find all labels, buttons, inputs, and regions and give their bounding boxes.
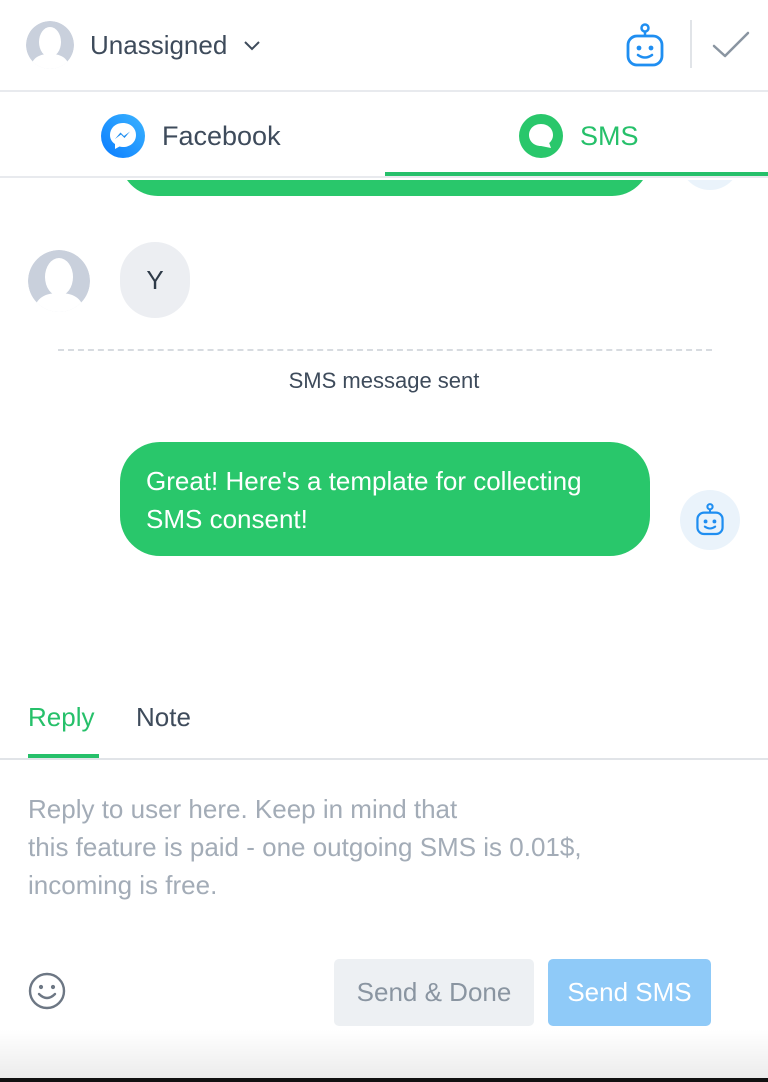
composer-tabs: Reply Note — [0, 690, 768, 760]
tab-facebook[interactable]: Facebook — [100, 94, 281, 178]
send-and-done-button[interactable]: Send & Done — [334, 959, 534, 1026]
messenger-icon — [101, 114, 145, 158]
tab-sms[interactable]: SMS — [518, 94, 639, 178]
smiley-icon[interactable] — [28, 972, 66, 1010]
window-edge — [0, 1078, 768, 1082]
system-note: SMS message sent — [288, 368, 480, 393]
tab-sms-label: SMS — [580, 120, 639, 151]
reply-tab-indicator — [28, 754, 99, 758]
channel-tabs: Facebook SMS — [0, 94, 768, 178]
tab-facebook-label: Facebook — [162, 120, 281, 151]
tab-reply[interactable]: Reply — [28, 702, 94, 733]
customer-avatar — [28, 250, 90, 312]
assignee-dropdown[interactable]: Unassigned — [26, 20, 263, 70]
header-divider — [690, 20, 692, 68]
tab-note[interactable]: Note — [136, 702, 191, 733]
sms-chat-icon — [519, 114, 563, 158]
checkmark-icon[interactable] — [710, 27, 752, 63]
event-divider — [58, 349, 712, 351]
message-bubble-incoming: Y — [120, 242, 190, 318]
reply-input[interactable] — [28, 790, 668, 920]
bot-avatar — [680, 490, 740, 550]
send-sms-button[interactable]: Send SMS — [548, 959, 711, 1026]
bot-avatar-previous — [680, 180, 740, 190]
chevron-down-icon — [244, 41, 261, 51]
active-tab-indicator — [385, 172, 768, 176]
assignee-label: Unassigned — [90, 29, 228, 60]
bot-icon — [696, 503, 724, 536]
footer-shadow — [0, 1030, 768, 1078]
conversation-thread: Y SMS message sent Great! Here's a templ… — [0, 180, 768, 680]
message-bubble-outgoing-previous — [120, 180, 650, 196]
conversation-header: Unassigned — [0, 0, 768, 92]
user-silhouette-icon — [26, 21, 74, 69]
message-bubble-outgoing: Great! Here's a template for collecting … — [120, 442, 650, 556]
bot-icon[interactable] — [622, 23, 668, 69]
